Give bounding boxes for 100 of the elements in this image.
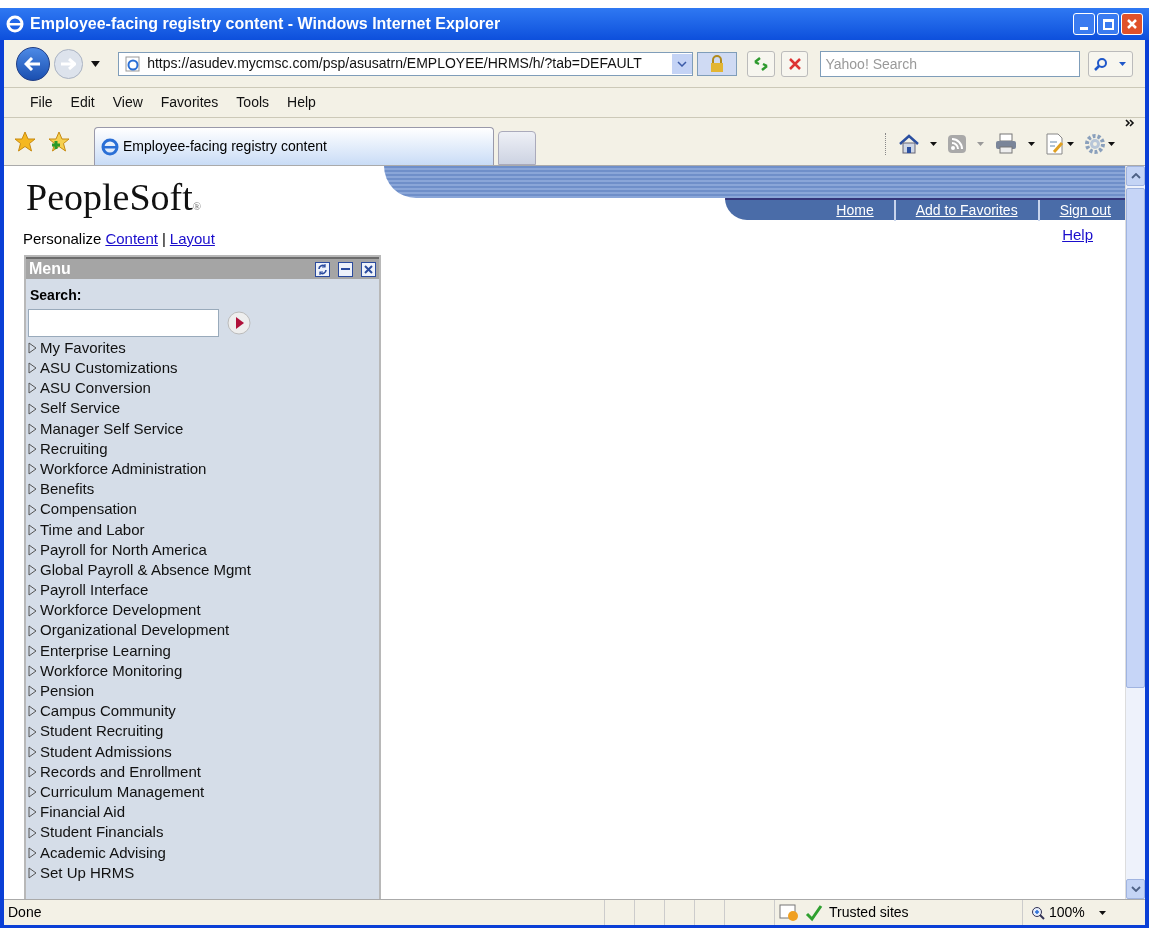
- menu-folder[interactable]: Curriculum Management: [28, 782, 377, 803]
- menu-folder[interactable]: Workforce Administration: [28, 459, 377, 480]
- scroll-down-button[interactable]: [1126, 879, 1145, 899]
- menu-folder[interactable]: Recruiting: [28, 438, 377, 460]
- menu-folder[interactable]: ASU Conversion: [28, 378, 377, 399]
- menu-item[interactable]: Edit: [70, 92, 95, 113]
- triangle-icon: [28, 523, 37, 536]
- close-icon: [364, 264, 373, 274]
- menu-folder[interactable]: Benefits: [28, 479, 377, 500]
- menu-folder[interactable]: Student Recruiting: [28, 721, 377, 742]
- menu-search-field[interactable]: [28, 309, 219, 337]
- menu-folder[interactable]: Enterprise Learning: [28, 640, 377, 661]
- browser-tab[interactable]: Employee-facing registry content: [94, 127, 494, 165]
- personalize-label: Personalize: [23, 229, 102, 249]
- menu-item[interactable]: Tools: [236, 92, 270, 113]
- triangle-icon: [28, 564, 37, 577]
- triangle-icon: [28, 665, 37, 678]
- menu-item[interactable]: Favorites: [160, 92, 219, 113]
- search-label: Search:: [29, 286, 83, 305]
- forward-arrow-icon: [60, 57, 77, 70]
- menu-folder[interactable]: Records and Enrollment: [28, 761, 377, 783]
- minimize-button[interactable]: [338, 261, 353, 277]
- menu-folder[interactable]: Organizational Development: [28, 620, 377, 641]
- menu-folder[interactable]: Workforce Development: [28, 600, 377, 621]
- scroll-up-button[interactable]: [1126, 166, 1145, 186]
- search-button[interactable]: [1087, 50, 1133, 77]
- chevron-down-icon: [1130, 886, 1141, 892]
- double-chevron-icon[interactable]: [1125, 119, 1135, 127]
- menu-folder[interactable]: Payroll Interface: [28, 580, 377, 601]
- dropdown-button[interactable]: [672, 53, 693, 74]
- scroll-thumb[interactable]: [1126, 188, 1145, 688]
- menu-folder[interactable]: Set Up HRMS: [28, 862, 377, 884]
- stop-button[interactable]: [780, 50, 809, 77]
- home-icon[interactable]: [898, 133, 920, 155]
- scrollbar[interactable]: [1125, 166, 1145, 899]
- checkmark-icon: [805, 903, 823, 922]
- triangle-icon: [28, 826, 37, 839]
- triangle-icon: [28, 685, 37, 698]
- caret-icon[interactable]: [930, 142, 937, 146]
- feed-icon[interactable]: [947, 134, 967, 154]
- caret-icon[interactable]: [1067, 142, 1074, 146]
- triangle-icon: [28, 786, 37, 799]
- favorites-star-icon[interactable]: [14, 131, 36, 153]
- triangle-icon: [28, 745, 37, 758]
- back-button[interactable]: [16, 46, 50, 81]
- header-link[interactable]: Home: [816, 199, 894, 221]
- caret-icon: [1119, 61, 1127, 66]
- menu-title: Menu: [29, 259, 71, 279]
- caret-icon[interactable]: [1108, 142, 1115, 146]
- lock-icon: [697, 51, 738, 76]
- address-field[interactable]: https://asudev.mycmsc.com/psp/asusatrn/EMPLOYEE/HRMS/h/?tab=DEFAULT: [118, 51, 694, 76]
- personalize-link[interactable]: Layout: [169, 228, 215, 251]
- caret-icon[interactable]: [1028, 142, 1035, 146]
- triangle-icon: [28, 725, 37, 738]
- menu-folder[interactable]: Global Payroll & Absence Mgmt: [28, 560, 377, 581]
- menu-folder[interactable]: Academic Advising: [28, 842, 377, 863]
- popup-blocked-icon: [779, 903, 799, 922]
- menu-folder[interactable]: Workforce Monitoring: [28, 661, 377, 682]
- menu-folder[interactable]: Payroll for North America: [28, 539, 377, 561]
- refresh-arrows-icon: [752, 55, 769, 72]
- triangle-icon: [28, 463, 37, 476]
- triangle-icon: [28, 866, 37, 879]
- chevron-down-icon: [677, 60, 688, 67]
- menu-folder[interactable]: Student Admissions: [28, 741, 377, 762]
- menu-item[interactable]: View: [112, 92, 143, 113]
- refresh-button[interactable]: [747, 50, 775, 77]
- caret-icon: [1098, 910, 1106, 915]
- menu-folder[interactable]: ASU Customizations: [28, 358, 377, 379]
- zoom-control[interactable]: 100%: [1022, 900, 1132, 925]
- menu-folder[interactable]: Self Service: [28, 398, 377, 419]
- personalize-link[interactable]: Content: [105, 228, 158, 251]
- triangle-icon: [28, 443, 37, 456]
- menu-folder[interactable]: Campus Community: [28, 701, 377, 722]
- status-text: Done: [7, 903, 43, 922]
- search-field[interactable]: Yahoo! Search: [820, 50, 1080, 77]
- menu-folder[interactable]: Financial Aid: [28, 802, 377, 823]
- add-favorite-icon[interactable]: [48, 131, 70, 153]
- header-link[interactable]: Add to Favorites: [893, 199, 1038, 221]
- refresh-button[interactable]: [315, 261, 330, 277]
- caret-icon[interactable]: [91, 60, 101, 67]
- browser-logo-icon: [6, 15, 24, 33]
- separator: |: [161, 229, 166, 249]
- close-button[interactable]: [361, 261, 376, 277]
- menu-folder[interactable]: Compensation: [28, 499, 377, 520]
- go-button[interactable]: [227, 311, 251, 335]
- menu-folder[interactable]: My Favorites: [28, 338, 377, 359]
- maximize-button[interactable]: [1097, 13, 1119, 35]
- menu-folder[interactable]: Manager Self Service: [28, 418, 377, 439]
- caret-icon: [977, 142, 984, 146]
- menu-folder[interactable]: Pension: [28, 681, 377, 702]
- refresh-icon: [317, 263, 328, 275]
- help-link[interactable]: Help: [1062, 224, 1093, 247]
- page-icon: [125, 55, 142, 72]
- menu-folder[interactable]: Student Financials: [28, 822, 377, 843]
- menu-folder[interactable]: Time and Labor: [28, 519, 377, 540]
- triangle-icon: [28, 705, 37, 718]
- menu-item[interactable]: File: [30, 92, 53, 113]
- printer-icon[interactable]: [994, 133, 1018, 155]
- triangle-icon: [28, 342, 37, 355]
- menu-item[interactable]: Help: [287, 92, 316, 113]
